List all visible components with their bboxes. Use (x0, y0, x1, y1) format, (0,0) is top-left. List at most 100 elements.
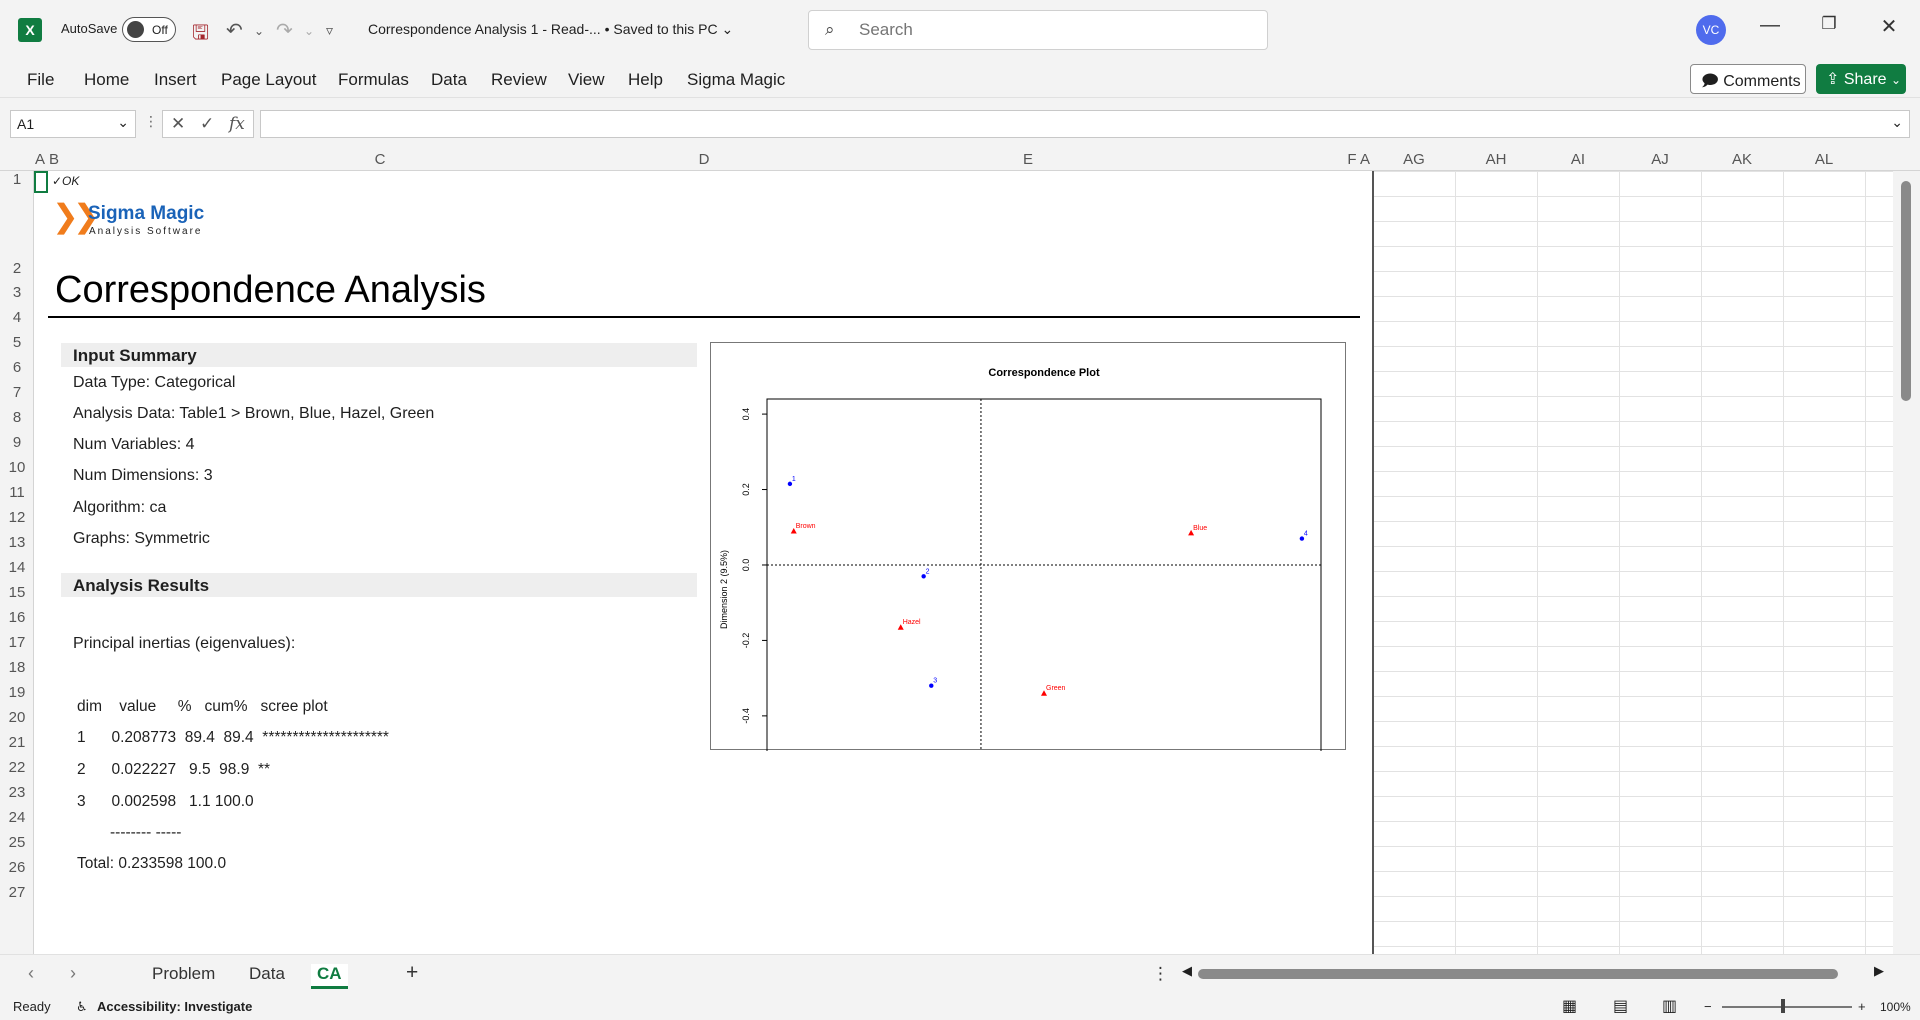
search-box[interactable]: ⌕ (808, 10, 1268, 50)
row-header[interactable]: 20 (0, 709, 34, 726)
column-header[interactable]: B (48, 151, 60, 168)
row-header[interactable]: 11 (0, 484, 34, 501)
column-headers: A B C D E F A AG AH AI AJ AK AL (0, 149, 1920, 171)
column-header[interactable]: F (1346, 151, 1358, 168)
sheet-tab-problem[interactable]: Problem (152, 964, 215, 984)
redo-icon[interactable]: ↷ (276, 18, 293, 43)
tab-file[interactable]: File (27, 70, 54, 90)
column-header[interactable]: A (34, 151, 46, 168)
zoom-out-icon[interactable]: − (1704, 999, 1712, 1014)
row-header[interactable]: 23 (0, 784, 34, 801)
next-sheet-icon[interactable]: › (70, 963, 76, 984)
user-avatar[interactable]: VC (1696, 15, 1726, 45)
column-header[interactable]: AG (1373, 151, 1455, 168)
comments-button[interactable]: 🗩 Comments (1690, 64, 1806, 94)
tab-formulas[interactable]: Formulas (338, 70, 409, 90)
row-header[interactable]: 12 (0, 509, 34, 526)
row-header[interactable]: 2 (0, 260, 34, 277)
row-header[interactable]: 5 (0, 334, 34, 351)
row-header[interactable]: 10 (0, 459, 34, 476)
row-header[interactable]: 17 (0, 634, 34, 651)
share-button[interactable]: ⇪ Share ⌄ (1816, 64, 1906, 94)
more-options-icon[interactable]: ⋮ (144, 113, 158, 130)
tab-data[interactable]: Data (431, 70, 467, 90)
row-header[interactable]: 18 (0, 659, 34, 676)
row-header[interactable]: 24 (0, 809, 34, 826)
insert-function-icon[interactable]: fx (229, 114, 245, 134)
row-header[interactable]: 6 (0, 359, 34, 376)
row-header[interactable]: 4 (0, 309, 34, 326)
column-header[interactable]: AL (1783, 151, 1865, 168)
column-header[interactable]: C (370, 151, 390, 168)
save-icon[interactable]: 🖫 (192, 18, 209, 52)
page-layout-view-icon[interactable]: ▤ (1613, 996, 1628, 1016)
customize-toolbar-icon[interactable]: ▿ (326, 22, 333, 39)
column-header[interactable]: AI (1537, 151, 1619, 168)
row-header[interactable]: 25 (0, 834, 34, 851)
prev-sheet-icon[interactable]: ‹ (28, 963, 34, 984)
accessibility-status[interactable]: Accessibility: Investigate (97, 999, 252, 1014)
close-icon[interactable]: ✕ (1874, 14, 1904, 39)
zoom-in-icon[interactable]: + (1858, 999, 1866, 1014)
row-header[interactable]: 7 (0, 384, 34, 401)
formula-input[interactable]: ⌄ (260, 110, 1910, 138)
zoom-slider[interactable] (1722, 1006, 1852, 1008)
undo-icon[interactable]: ↶ (226, 18, 243, 43)
tab-view[interactable]: View (568, 70, 605, 90)
scroll-left-icon[interactable]: ◀ (1182, 963, 1192, 979)
row-header[interactable]: 27 (0, 884, 34, 901)
cancel-icon[interactable]: ✕ (171, 114, 185, 133)
sheet-tab-data[interactable]: Data (249, 964, 285, 984)
tab-sigma-magic[interactable]: Sigma Magic (687, 70, 785, 90)
tab-help[interactable]: Help (628, 70, 663, 90)
row-header[interactable]: 26 (0, 859, 34, 876)
zoom-level[interactable]: 100% (1880, 1000, 1911, 1014)
tab-review[interactable]: Review (491, 70, 547, 90)
normal-view-icon[interactable]: ▦ (1562, 996, 1577, 1016)
scroll-thumb[interactable] (1901, 181, 1911, 401)
row-header[interactable]: 14 (0, 559, 34, 576)
vertical-scrollbar[interactable] (1893, 171, 1920, 954)
enter-icon[interactable]: ✓ (200, 114, 214, 133)
empty-cells[interactable] (1373, 171, 1893, 954)
column-header[interactable]: AJ (1619, 151, 1701, 168)
column-header[interactable]: AK (1701, 151, 1783, 168)
autosave-toggle[interactable]: Off (122, 17, 176, 42)
column-header[interactable]: A (1358, 151, 1372, 168)
row-header[interactable]: 21 (0, 734, 34, 751)
name-box[interactable]: A1 ⌄ (10, 110, 136, 138)
tab-home[interactable]: Home (84, 70, 129, 90)
add-sheet-button[interactable]: + (406, 961, 418, 985)
horizontal-scrollbar[interactable]: ◀ ▶ (1182, 963, 1884, 981)
row-header[interactable]: 16 (0, 609, 34, 626)
scroll-right-icon[interactable]: ▶ (1874, 963, 1884, 979)
tab-page-layout[interactable]: Page Layout (221, 70, 316, 90)
row-header[interactable]: 13 (0, 534, 34, 551)
redo-dropdown-icon[interactable]: ⌄ (304, 24, 314, 38)
column-header[interactable]: AH (1455, 151, 1537, 168)
row-header[interactable]: 15 (0, 584, 34, 601)
zoom-slider-knob[interactable] (1781, 999, 1785, 1013)
more-options-icon[interactable]: ⋮ (1152, 964, 1169, 984)
row-header[interactable]: 8 (0, 409, 34, 426)
search-input[interactable] (859, 19, 1239, 41)
minimize-icon[interactable]: — (1755, 14, 1785, 37)
column-header[interactable]: D (694, 151, 714, 168)
undo-dropdown-icon[interactable]: ⌄ (254, 24, 264, 38)
row-header[interactable]: 3 (0, 284, 34, 301)
worksheet-grid[interactable]: A B C D E F A AG AH AI AJ AK AL 1 2 3 4 … (0, 149, 1920, 954)
restore-icon[interactable]: ❐ (1814, 14, 1844, 34)
scroll-thumb[interactable] (1198, 969, 1838, 979)
page-break-view-icon[interactable]: ▥ (1662, 996, 1677, 1016)
row-header[interactable]: 19 (0, 684, 34, 701)
row-header[interactable]: 9 (0, 434, 34, 451)
correspondence-plot[interactable]: Correspondence Plot-0.4-0.20.00.20.40.60… (710, 342, 1346, 751)
document-title[interactable]: Correspondence Analysis 1 - Read-... • S… (368, 21, 733, 38)
row-header[interactable]: 1 (0, 171, 34, 188)
selected-cell[interactable] (34, 171, 48, 193)
sheet-tab-ca[interactable]: CA (311, 964, 348, 989)
tab-insert[interactable]: Insert (154, 70, 197, 90)
column-header[interactable]: E (1018, 151, 1038, 168)
expand-formula-icon[interactable]: ⌄ (1891, 114, 1903, 131)
row-header[interactable]: 22 (0, 759, 34, 776)
